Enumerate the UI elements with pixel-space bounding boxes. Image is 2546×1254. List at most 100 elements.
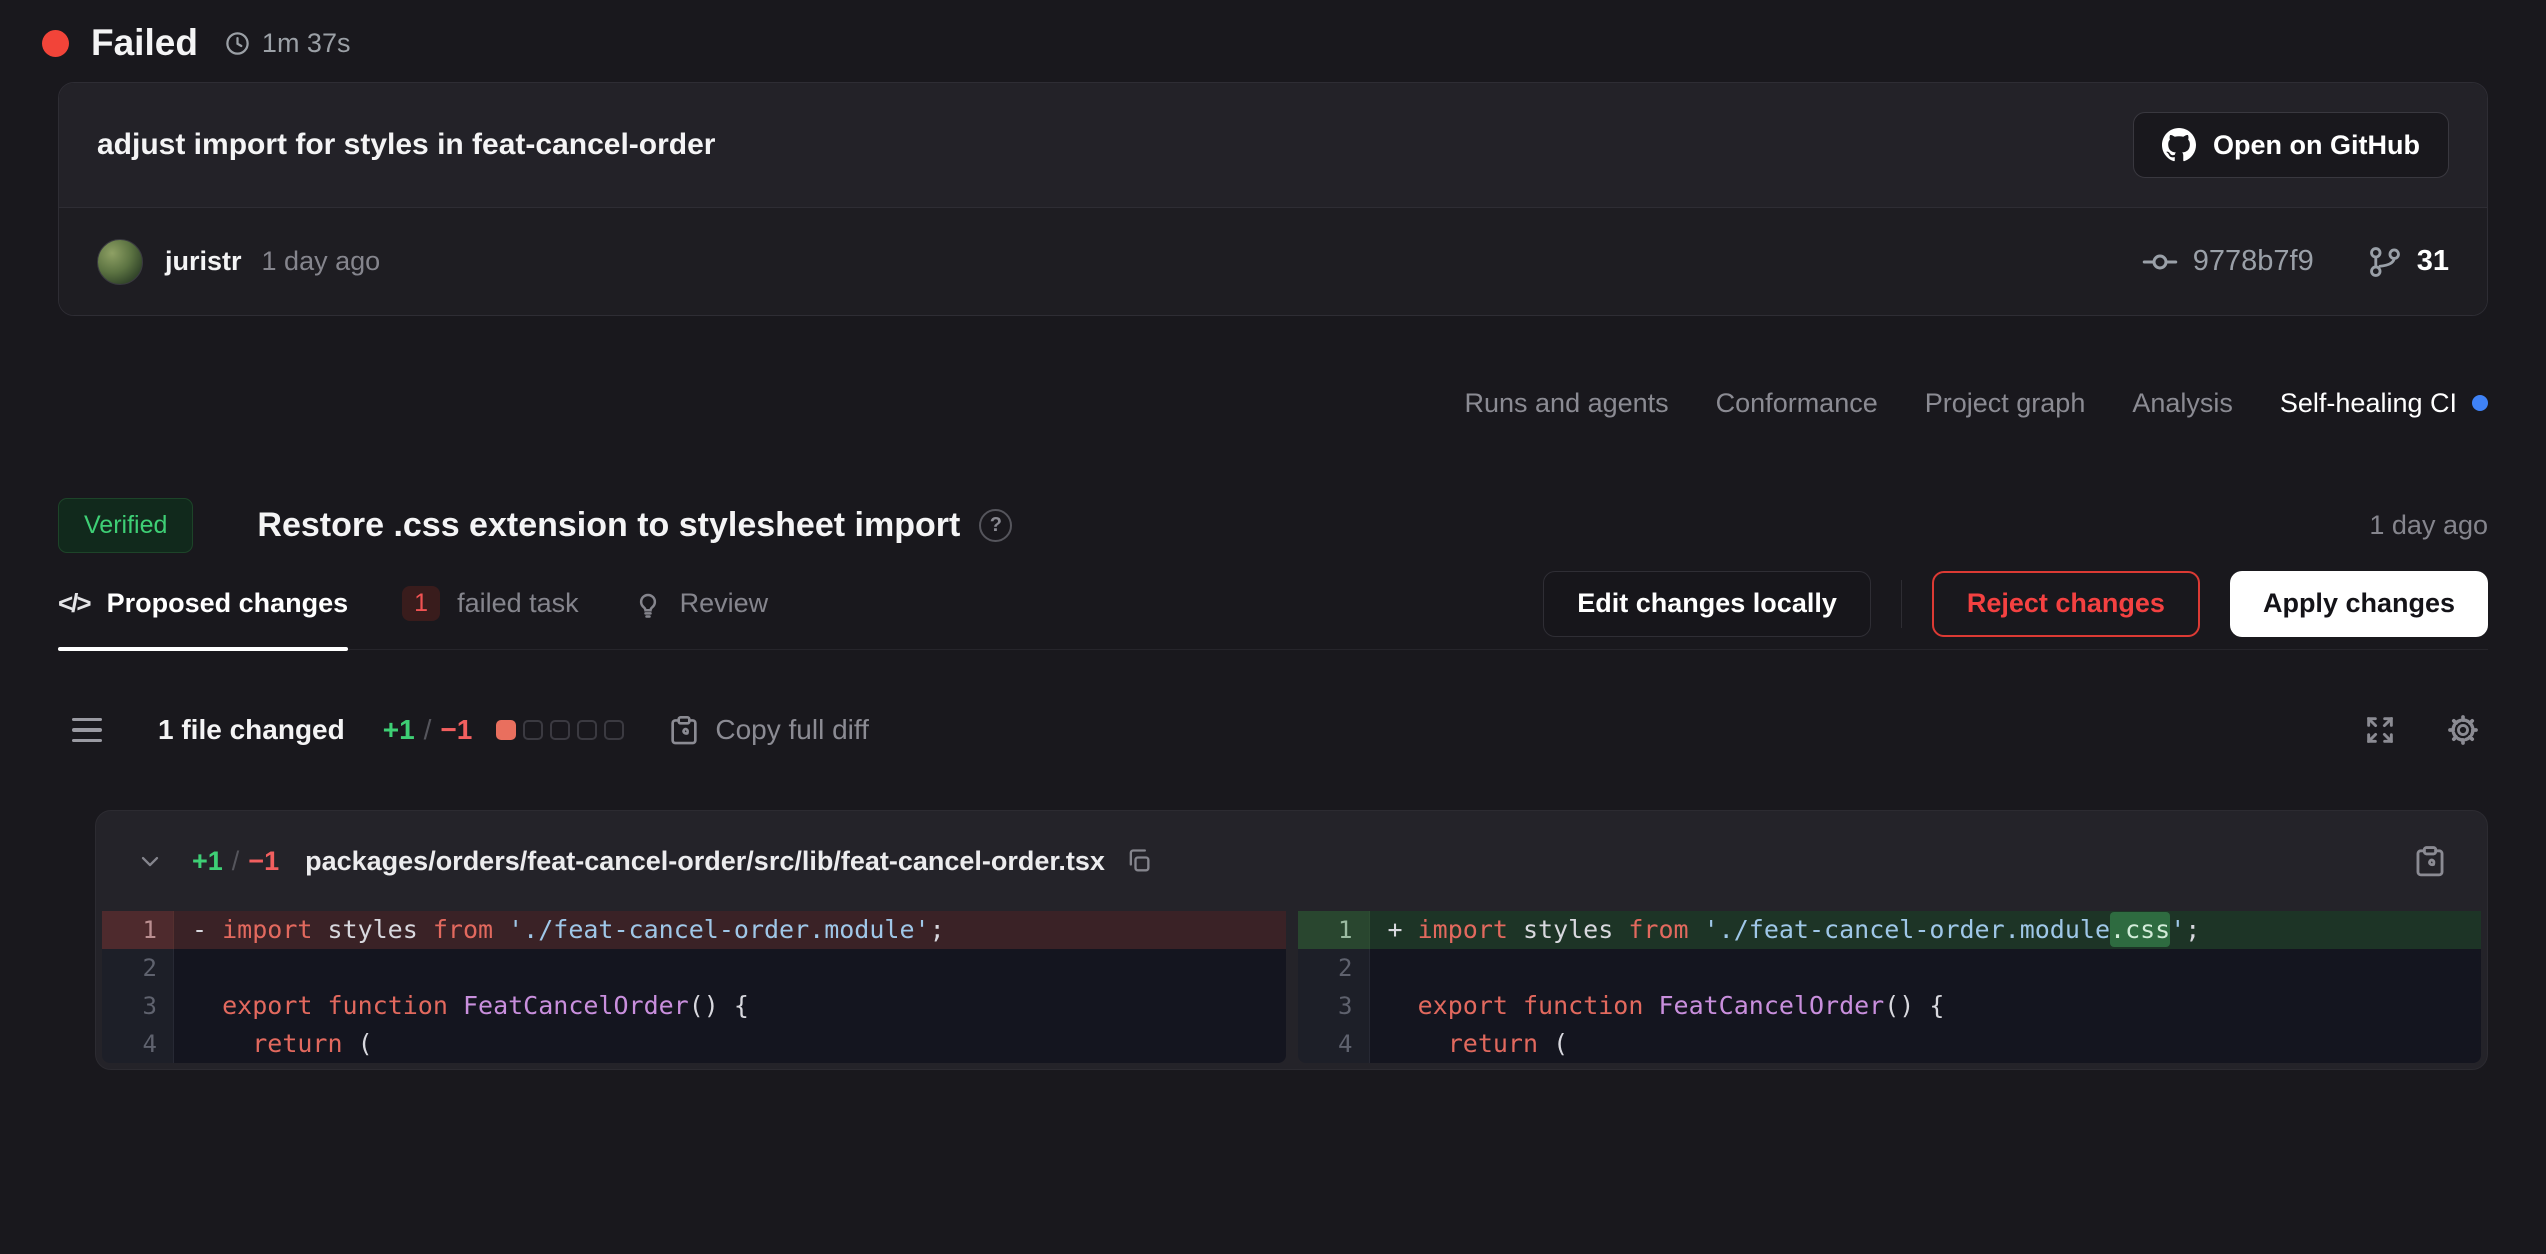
failed-count-badge: 1 (402, 586, 440, 621)
line-number[interactable]: 1 (102, 911, 174, 949)
code-line: return ( (1370, 1025, 2482, 1063)
nav-item-project-graph[interactable]: Project graph (1925, 388, 2086, 419)
avatar[interactable] (97, 239, 143, 285)
tab-proposed-changes-label: Proposed changes (107, 588, 349, 619)
commit-author: juristr 1 day ago (97, 239, 380, 285)
copy-full-diff-label: Copy full diff (715, 714, 869, 746)
line-number[interactable]: 4 (1298, 1025, 1370, 1063)
nav-item-label: Analysis (2132, 388, 2233, 419)
tab-failed-task[interactable]: 1 failed task (402, 558, 578, 649)
commit-hash[interactable]: 9778b7f9 (2142, 244, 2314, 280)
lightbulb-icon (633, 589, 663, 619)
commit-time: 1 day ago (262, 246, 381, 277)
diff-pane-old: 1- import styles from './feat-cancel-ord… (102, 911, 1286, 1063)
diff-stat-square (604, 720, 624, 740)
diff-stat-square (496, 720, 516, 740)
line-number[interactable]: 3 (1298, 987, 1370, 1025)
nav-item-analysis[interactable]: Analysis (2132, 388, 2233, 419)
clipboard-icon (668, 714, 700, 746)
line-number[interactable]: 4 (102, 1025, 174, 1063)
file-removed-count: −1 (248, 846, 279, 877)
nav-item-label: Self-healing CI (2280, 388, 2457, 419)
edit-changes-locally-button[interactable]: Edit changes locally (1543, 571, 1871, 637)
fix-tabs-row: </> Proposed changes 1 failed task Revie… (58, 558, 2488, 650)
nav-item-runs-and-agents[interactable]: Runs and agents (1465, 388, 1669, 419)
tab-proposed-changes[interactable]: </> Proposed changes (58, 558, 348, 649)
clock-icon (224, 30, 251, 57)
copy-path-icon[interactable] (1125, 847, 1153, 875)
commit-meta-row: juristr 1 day ago 9778b7f9 31 (59, 207, 2487, 315)
git-branch-icon (2368, 245, 2402, 279)
diff-progress-squares (496, 720, 624, 740)
apply-changes-button[interactable]: Apply changes (2230, 571, 2488, 637)
expand-fullscreen-icon[interactable] (2364, 714, 2396, 746)
branch-count[interactable]: 31 (2368, 245, 2449, 279)
commit-refs: 9778b7f9 31 (2142, 244, 2449, 280)
fix-heading-row: Verified Restore .css extension to style… (58, 494, 2488, 556)
file-list-menu-icon[interactable] (72, 718, 102, 743)
commit-card: adjust import for styles in feat-cancel-… (58, 82, 2488, 316)
run-status-label: Failed (91, 22, 198, 64)
line-number[interactable]: 2 (102, 949, 174, 987)
diff-line: 4 return ( (1298, 1025, 2482, 1063)
line-number[interactable]: 3 (102, 987, 174, 1025)
diff-line: 4 return ( (102, 1025, 1286, 1063)
commit-card-header: adjust import for styles in feat-cancel-… (59, 83, 2487, 207)
file-diff-stats: +1 / −1 (192, 846, 279, 877)
tab-failed-task-label: failed task (457, 588, 579, 619)
help-icon[interactable]: ? (979, 509, 1012, 542)
nav-item-self-healing-ci[interactable]: Self-healing CI (2280, 388, 2488, 419)
nav-item-label: Conformance (1716, 388, 1878, 419)
diff-line: 2 (1298, 949, 2482, 987)
run-duration-text: 1m 37s (262, 28, 351, 59)
diff-line: 3 export function FeatCancelOrder() { (102, 987, 1286, 1025)
file-added-count: +1 (192, 846, 223, 877)
page: Failed 1m 37s adjust import for styles i… (0, 0, 2546, 1070)
author-name: juristr (165, 246, 242, 277)
file-diff-header[interactable]: +1 / −1 packages/orders/feat-cancel-orde… (96, 811, 2487, 911)
code-line: export function FeatCancelOrder() { (1370, 987, 2482, 1025)
code-icon: </> (58, 588, 90, 619)
nav-item-label: Project graph (1925, 388, 2086, 419)
files-changed-label: 1 file changed (158, 714, 345, 746)
run-duration: 1m 37s (224, 28, 351, 59)
code-line: return ( (174, 1025, 1286, 1063)
copy-full-diff-button[interactable]: Copy full diff (668, 714, 869, 746)
diff-pane-new: 1+ import styles from './feat-cancel-ord… (1298, 911, 2482, 1063)
branch-count-text: 31 (2417, 245, 2449, 278)
stats-separator: / (424, 714, 432, 746)
fix-time: 1 day ago (2369, 510, 2488, 541)
diff-panes: 1- import styles from './feat-cancel-ord… (96, 911, 2487, 1069)
tab-review-label: Review (680, 588, 769, 619)
reject-changes-button[interactable]: Reject changes (1932, 571, 2200, 637)
failed-status-dot (42, 30, 69, 57)
commit-title: adjust import for styles in feat-cancel-… (97, 128, 715, 162)
chevron-down-icon[interactable] (136, 847, 164, 875)
run-status-row: Failed 1m 37s (42, 0, 2488, 50)
line-number[interactable]: 2 (1298, 949, 1370, 987)
diff-stat-square (577, 720, 597, 740)
diff-line: 2 (102, 949, 1286, 987)
diff-toolbar: 1 file changed +1 / −1 Copy full diff (58, 702, 2488, 758)
code-line (174, 949, 1286, 987)
file-path: packages/orders/feat-cancel-order/src/li… (305, 846, 1105, 877)
nav-item-conformance[interactable]: Conformance (1716, 388, 1878, 419)
diff-stat-square (550, 720, 570, 740)
git-commit-icon (2142, 244, 2178, 280)
code-line (1370, 949, 2482, 987)
github-icon (2162, 128, 2196, 162)
verified-badge: Verified (58, 498, 193, 553)
code-line: - import styles from './feat-cancel-orde… (174, 911, 1286, 949)
settings-gear-icon[interactable] (2446, 713, 2480, 747)
code-line: export function FeatCancelOrder() { (174, 987, 1286, 1025)
copy-file-diff-icon[interactable] (2413, 844, 2447, 878)
line-number[interactable]: 1 (1298, 911, 1370, 949)
removed-count: −1 (440, 714, 472, 746)
actions-divider (1901, 580, 1902, 628)
tab-review[interactable]: Review (633, 558, 769, 649)
diff-line: 1+ import styles from './feat-cancel-ord… (1298, 911, 2482, 949)
top-nav: Runs and agents Conformance Project graph A… (58, 382, 2488, 424)
open-on-github-button[interactable]: Open on GitHub (2133, 112, 2449, 178)
nav-item-label: Runs and agents (1465, 388, 1669, 419)
diff-line: 3 export function FeatCancelOrder() { (1298, 987, 2482, 1025)
